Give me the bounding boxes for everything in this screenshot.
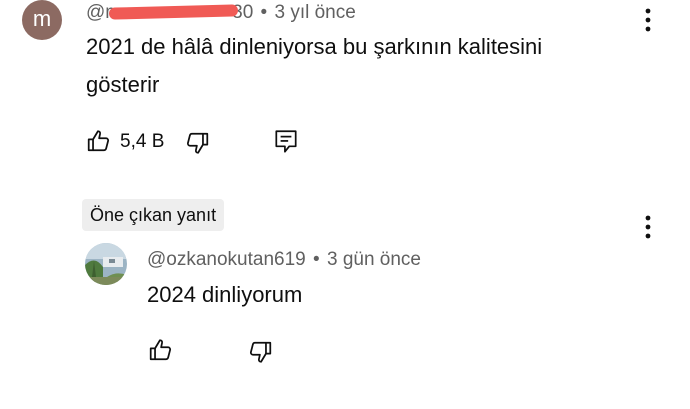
dislike-button[interactable] [184, 130, 210, 156]
like-count: 5,4 B [120, 131, 165, 152]
avatar-letter: m [32, 6, 52, 31]
meta-separator: • [313, 249, 320, 270]
author-avatar[interactable]: m [22, 0, 62, 40]
comment-time[interactable]: 3 yıl önce [274, 2, 355, 23]
thumb-down-icon [249, 341, 272, 363]
more-vertical-icon [645, 215, 651, 239]
reply-like-button[interactable] [148, 337, 174, 363]
reply-button[interactable] [273, 128, 299, 156]
comment-reply-icon [275, 130, 297, 153]
reply-meta: @ozkanokutan619 • 3 gün önce [147, 249, 421, 271]
thumb-down-icon [186, 132, 209, 154]
avatar-photo [85, 243, 127, 285]
reply-author-avatar[interactable] [85, 243, 127, 285]
comment-text: 2021 de hâlâ dinleniyorsa bu şarkının ka… [86, 28, 542, 104]
reply-time[interactable]: 3 gün önce [327, 249, 421, 270]
thumb-up-icon [149, 339, 172, 361]
reply-dislike-button[interactable] [247, 339, 273, 365]
more-options-button[interactable] [636, 6, 660, 34]
reply-more-options-button[interactable] [636, 213, 660, 241]
more-vertical-icon [645, 8, 651, 32]
thumb-up-icon [87, 130, 110, 152]
reply-author-handle[interactable]: @ozkanokutan619 [147, 249, 306, 270]
highlighted-reply-badge: Öne çıkan yanıt [82, 199, 225, 231]
comment-text-line: 2021 de hâlâ dinleniyorsa bu şarkının ka… [86, 34, 543, 59]
comment-text-line: gösterir [86, 72, 160, 97]
reply-text: 2024 dinliyorum [147, 282, 303, 307]
meta-separator: • [260, 2, 268, 23]
like-button[interactable] [86, 128, 112, 154]
